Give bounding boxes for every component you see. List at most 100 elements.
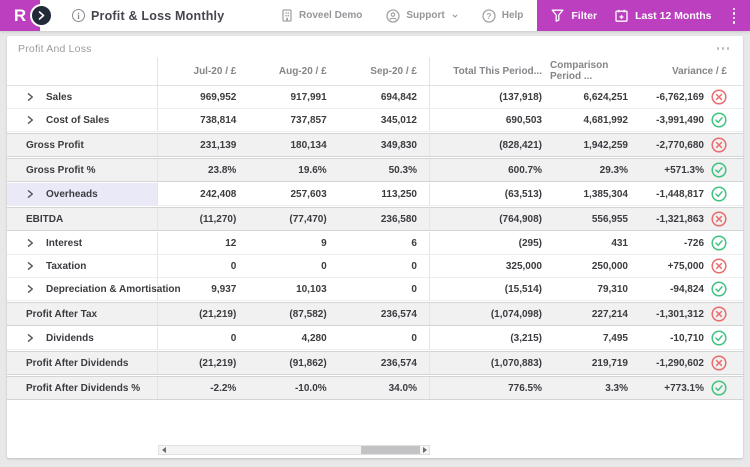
table-row[interactable]: EBITDA (11,270) (77,470) 236,580 (764,90… [7, 207, 743, 231]
scroll-right-icon[interactable] [420, 446, 429, 454]
chevron-down-icon [452, 13, 458, 18]
variance-good-icon [711, 281, 727, 297]
variance-value: -1,448,817 [656, 188, 704, 200]
cell-variance: -94,824 [636, 278, 743, 300]
nav-support[interactable]: Support [386, 8, 458, 23]
scrollbar-rail[interactable] [168, 446, 420, 454]
column-header-total[interactable]: Total This Period... [430, 57, 550, 85]
more-menu-button[interactable] [730, 6, 739, 26]
row-label-cell[interactable]: Cost of Sales [7, 109, 158, 131]
horizontal-scrollbar[interactable] [158, 445, 430, 455]
cell-comparison-period: 7,495 [602, 332, 628, 344]
cell-total-this-period: 690,503 [505, 114, 542, 126]
cell-month-2: (77,470) [289, 213, 327, 225]
profit-and-loss-card: Profit And Loss Jul-20 / £ Aug-20 / £ Se… [7, 36, 743, 458]
variance-value: -1,321,863 [656, 213, 704, 225]
column-header-comparison[interactable]: Comparison Period ... [550, 57, 636, 85]
expand-chevron-icon[interactable] [27, 116, 34, 124]
sidebar-expand-button[interactable] [30, 4, 53, 27]
cell-month-1: 242,408 [200, 188, 237, 200]
row-label-cell[interactable]: Profit After Dividends [7, 352, 158, 374]
cell-month-1: (21,219) [199, 357, 237, 369]
cell-comparison-period: 556,955 [591, 213, 628, 225]
row-label-cell[interactable]: EBITDA [7, 208, 158, 230]
row-label: Dividends [46, 332, 94, 344]
cell-month-3: 0 [411, 260, 417, 272]
expand-chevron-icon[interactable] [27, 262, 34, 270]
help-icon: ? [482, 8, 496, 23]
variance-status [711, 258, 727, 274]
table-row[interactable]: Gross Profit % 23.8% 19.6% 50.3% 600.7% … [7, 158, 743, 182]
cell-comparison-period: 227,214 [591, 308, 628, 320]
row-label-cell[interactable]: Taxation [7, 255, 158, 277]
expand-chevron-icon[interactable] [27, 93, 34, 101]
page-title: Profit & Loss Monthly [91, 8, 225, 23]
table-row[interactable]: Taxation 0 0 0 325,000 250,000 +75,000 [7, 255, 743, 278]
variance-good-icon [711, 235, 727, 251]
variance-status [711, 89, 727, 105]
nav-help-label: Help [501, 10, 524, 21]
table-row[interactable]: Profit After Tax (21,219) (87,582) 236,5… [7, 302, 743, 326]
row-label: EBITDA [26, 213, 64, 225]
row-label-cell[interactable]: Sales [7, 86, 158, 108]
cell-variance: -1,301,312 [636, 303, 743, 325]
row-label-cell[interactable]: Overheads [7, 183, 158, 205]
table-row[interactable]: Profit After Dividends % -2.2% -10.0% 34… [7, 376, 743, 400]
variance-good-icon [711, 162, 727, 178]
column-header-jul[interactable]: Jul-20 / £ [158, 57, 248, 85]
row-label-cell[interactable]: Gross Profit % [7, 159, 158, 181]
cell-month-1: 0 [230, 260, 237, 272]
table-row[interactable]: Cost of Sales 738,814 737,857 345,012 69… [7, 109, 743, 132]
filter-button[interactable]: Filter [551, 9, 597, 22]
cell-variance: +75,000 [636, 255, 743, 277]
variance-status [711, 330, 727, 346]
table-row[interactable]: Profit After Dividends (21,219) (91,862)… [7, 351, 743, 375]
table-row[interactable]: Interest 12 9 6 (295) 431 -726 [7, 232, 743, 255]
variance-value: -3,991,490 [656, 114, 704, 126]
row-months-group: -2.2% -10.0% 34.0% [158, 377, 430, 399]
filter-label: Filter [571, 9, 598, 22]
row-label-cell[interactable]: Profit After Tax [7, 303, 158, 325]
cell-comparison-period: 219,719 [591, 357, 628, 369]
expand-chevron-icon[interactable] [27, 285, 34, 293]
cell-comparison-period: 3.3% [605, 382, 628, 394]
column-header-aug[interactable]: Aug-20 / £ [248, 57, 338, 85]
scrollbar-thumb[interactable] [361, 446, 420, 454]
variance-bad-icon [711, 258, 727, 274]
cell-month-1: (11,270) [199, 213, 237, 225]
card-options-icon[interactable] [715, 44, 732, 53]
variance-value: -1,301,312 [656, 308, 704, 320]
row-label-cell[interactable]: Profit After Dividends % [7, 377, 158, 399]
row-label-cell[interactable]: Interest [7, 232, 158, 254]
table-row[interactable]: Overheads 242,408 257,603 113,250 (63,51… [7, 183, 743, 206]
nav-help[interactable]: ? Help [482, 8, 524, 23]
expand-chevron-icon[interactable] [27, 190, 34, 198]
expand-chevron-icon[interactable] [27, 334, 34, 342]
variance-value: -726 [683, 237, 704, 249]
cell-month-1: 969,952 [200, 91, 237, 103]
column-header-sep[interactable]: Sep-20 / £ [339, 57, 429, 85]
cell-comparison-period: 1,942,259 [583, 139, 629, 151]
expand-chevron-icon[interactable] [27, 239, 34, 247]
row-label-cell[interactable]: Dividends [7, 327, 158, 349]
row-label: Profit After Tax [26, 308, 98, 320]
calendar-plus-icon [615, 9, 628, 22]
row-label: Profit After Dividends % [26, 382, 141, 394]
row-label-cell[interactable]: Gross Profit [7, 134, 158, 156]
period-button[interactable]: Last 12 Months [615, 9, 712, 22]
table-row[interactable]: Sales 969,952 917,991 694,842 (137,918) … [7, 86, 743, 109]
table-row[interactable]: Depreciation & Amortisation 9,937 10,103… [7, 278, 743, 301]
table-row[interactable]: Gross Profit 231,139 180,134 349,830 (82… [7, 133, 743, 157]
cell-total-this-period: (63,513) [504, 188, 542, 200]
table-row[interactable]: Dividends 0 4,280 0 (3,215) 7,495 -10,71… [7, 327, 743, 350]
info-icon[interactable]: i [72, 9, 85, 22]
row-label-cell[interactable]: Depreciation & Amortisation [7, 278, 181, 300]
cell-month-1: (21,219) [199, 308, 237, 320]
column-header-variance[interactable]: Variance / £ [636, 57, 743, 85]
row-label: Gross Profit [26, 139, 84, 151]
scroll-left-icon[interactable] [159, 446, 168, 454]
row-months-group: (11,270) (77,470) 236,580 [158, 208, 430, 230]
nav-company[interactable]: Roveel Demo [281, 9, 362, 22]
cell-comparison-period: 6,624,251 [583, 91, 629, 103]
variance-status [711, 281, 727, 297]
